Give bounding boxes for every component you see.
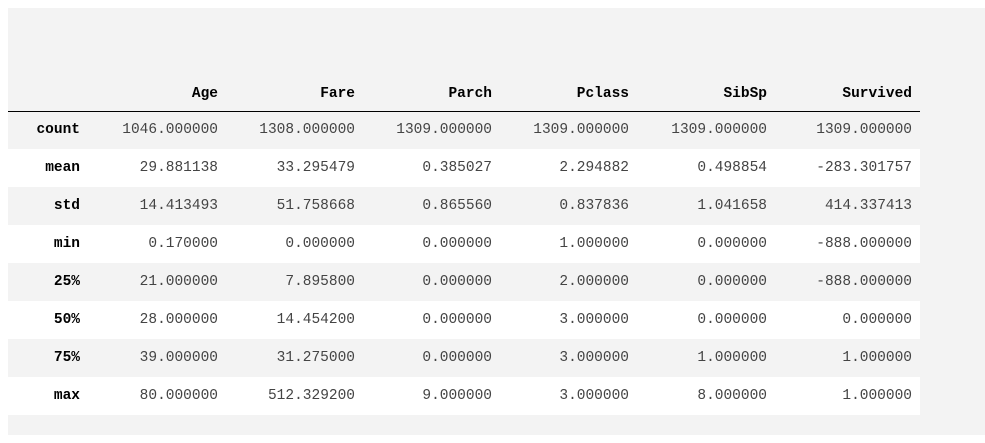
table-cell: -283.301757 [775,149,920,187]
table-cell: 8.000000 [637,377,775,415]
table-cell: 0.385027 [363,149,500,187]
table-cell: 31.275000 [226,339,363,377]
table-cell: 7.895800 [226,263,363,301]
table-cell: 2.000000 [500,263,637,301]
table-cell: 0.000000 [363,263,500,301]
row-index-label: count [8,111,88,149]
table-cell: 28.000000 [88,301,226,339]
table-cell: 1046.000000 [88,111,226,149]
table-cell: 2.294882 [500,149,637,187]
table-cell: 14.413493 [88,187,226,225]
table-cell: 1309.000000 [500,111,637,149]
table-cell: 0.000000 [637,225,775,263]
table-row: std 14.413493 51.758668 0.865560 0.83783… [8,187,920,225]
table-cell: 0.865560 [363,187,500,225]
table-row: 50% 28.000000 14.454200 0.000000 3.00000… [8,301,920,339]
table-cell: 51.758668 [226,187,363,225]
table-cell: 1309.000000 [363,111,500,149]
row-index-label: 75% [8,339,88,377]
table-cell: 21.000000 [88,263,226,301]
table-cell: 0.000000 [637,301,775,339]
table-row: max 80.000000 512.329200 9.000000 3.0000… [8,377,920,415]
column-header-sibsp: SibSp [637,78,775,112]
table-cell: 1.000000 [500,225,637,263]
row-index-label: std [8,187,88,225]
column-header-pclass: Pclass [500,78,637,112]
table-cell: 80.000000 [88,377,226,415]
table-cell: 39.000000 [88,339,226,377]
row-index-label: mean [8,149,88,187]
table-cell: 0.000000 [363,301,500,339]
table-cell: 0.000000 [226,225,363,263]
table-cell: -888.000000 [775,225,920,263]
index-header [8,78,88,112]
describe-dataframe-table: Age Fare Parch Pclass SibSp Survived cou… [8,78,920,415]
header-row: Age Fare Parch Pclass SibSp Survived [8,78,920,112]
table-cell: 29.881138 [88,149,226,187]
table-cell: 14.454200 [226,301,363,339]
column-header-parch: Parch [363,78,500,112]
table-cell: 0.000000 [363,339,500,377]
table-cell: 1.000000 [775,377,920,415]
row-index-label: 25% [8,263,88,301]
table-row: 25% 21.000000 7.895800 0.000000 2.000000… [8,263,920,301]
column-header-fare: Fare [226,78,363,112]
table-cell: 33.295479 [226,149,363,187]
table-cell: 1309.000000 [637,111,775,149]
table-cell: 0.000000 [363,225,500,263]
table-cell: -888.000000 [775,263,920,301]
cell-output-area: Age Fare Parch Pclass SibSp Survived cou… [8,8,985,435]
table-header: Age Fare Parch Pclass SibSp Survived [8,78,920,112]
table-row: 75% 39.000000 31.275000 0.000000 3.00000… [8,339,920,377]
row-index-label: min [8,225,88,263]
table-cell: 1.000000 [637,339,775,377]
table-row: mean 29.881138 33.295479 0.385027 2.2948… [8,149,920,187]
table-row: min 0.170000 0.000000 0.000000 1.000000 … [8,225,920,263]
row-index-label: max [8,377,88,415]
table-cell: 0.498854 [637,149,775,187]
table-cell: 1.000000 [775,339,920,377]
table-cell: 0.000000 [637,263,775,301]
table-cell: 414.337413 [775,187,920,225]
table-cell: 0.837836 [500,187,637,225]
table-cell: 3.000000 [500,339,637,377]
column-header-age: Age [88,78,226,112]
table-cell: 1308.000000 [226,111,363,149]
table-cell: 9.000000 [363,377,500,415]
table-row: count 1046.000000 1308.000000 1309.00000… [8,111,920,149]
table-cell: 0.000000 [775,301,920,339]
table-cell: 1309.000000 [775,111,920,149]
table-cell: 512.329200 [226,377,363,415]
table-cell: 3.000000 [500,377,637,415]
table-body: count 1046.000000 1308.000000 1309.00000… [8,111,920,415]
table-cell: 1.041658 [637,187,775,225]
column-header-survived: Survived [775,78,920,112]
table-cell: 3.000000 [500,301,637,339]
table-cell: 0.170000 [88,225,226,263]
row-index-label: 50% [8,301,88,339]
